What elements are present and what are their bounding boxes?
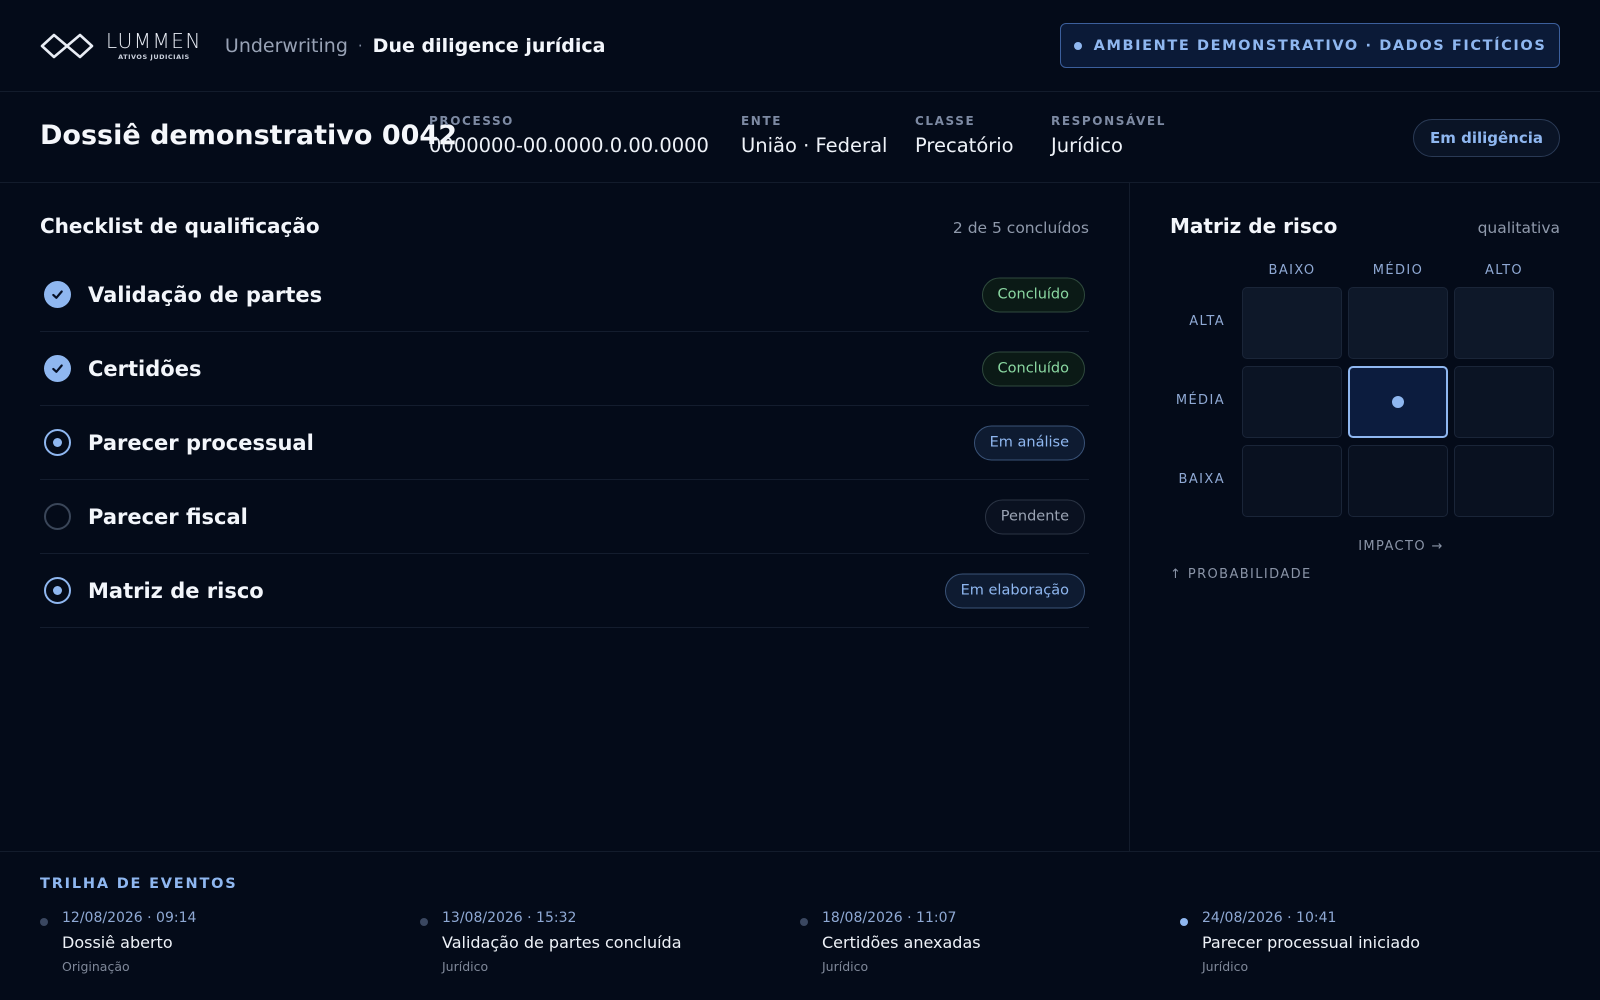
timeline-dot-icon xyxy=(800,918,808,926)
impact-axis-label: IMPACTO → xyxy=(1358,539,1444,554)
risk-matrix-panel: Matriz de risco qualitativa IMPACTO → ↑ … xyxy=(1170,183,1560,851)
breadcrumb-separator: · xyxy=(357,36,363,55)
event-title: Certidões anexadas xyxy=(822,933,981,952)
meta-value: Precatório xyxy=(915,134,1014,157)
risk-matrix-title: Matriz de risco xyxy=(1170,214,1338,238)
timeline-dot-icon xyxy=(1180,918,1188,926)
demo-environment-text: AMBIENTE DEMONSTRATIVO · DADOS FICTÍCIOS xyxy=(1093,37,1547,54)
brand-tagline: ATIVOS JUDICIAIS xyxy=(118,52,190,61)
risk-cell[interactable] xyxy=(1454,287,1554,359)
probability-row-label: BAIXA xyxy=(1178,472,1225,487)
event-owner: Originação xyxy=(62,959,130,974)
meta-processo: PROCESSO 0000000-00.0000.0.00.0000 xyxy=(429,114,709,157)
check-circle-icon xyxy=(44,355,71,382)
event-timestamp: 13/08/2026 · 15:32 xyxy=(442,910,577,926)
checklist-item[interactable]: Validação de partes Concluído xyxy=(40,258,1089,332)
risk-cell[interactable] xyxy=(1348,287,1448,359)
meta-label: RESPONSÁVEL xyxy=(1051,114,1166,128)
event-timestamp: 18/08/2026 · 11:07 xyxy=(822,910,957,926)
risk-matrix-subtitle: qualitativa xyxy=(1477,219,1560,237)
meta-label: CLASSE xyxy=(915,114,976,128)
risk-cell[interactable] xyxy=(1454,445,1554,517)
impact-column-label: ALTO xyxy=(1484,263,1524,278)
status-badge: Concluído xyxy=(981,351,1085,386)
trail-event[interactable]: 18/08/2026 · 11:07 Certidões anexadas Jurí… xyxy=(800,910,1160,974)
meta-ente: ENTE União · Federal xyxy=(741,114,887,157)
top-bar: LUMMEN ATIVOS JUDICIAIS Underwriting · D… xyxy=(0,0,1600,92)
probability-axis-label: ↑ PROBABILIDADE xyxy=(1170,567,1312,582)
timeline-dot-icon xyxy=(40,918,48,926)
event-owner: Jurídico xyxy=(822,959,869,974)
meta-label: PROCESSO xyxy=(429,114,514,128)
meta-responsavel: RESPONSÁVEL Jurídico xyxy=(1051,114,1166,157)
probability-row-label: MÉDIA xyxy=(1175,393,1225,408)
timeline-dot-icon xyxy=(420,918,428,926)
event-title: Parecer processual iniciado xyxy=(1202,933,1421,952)
risk-cell[interactable] xyxy=(1348,366,1448,438)
meta-classe: CLASSE Precatório xyxy=(915,114,1014,157)
trail-event[interactable]: 13/08/2026 · 15:32 Validação de partes co… xyxy=(420,910,780,974)
event-trail-title: TRILHA DE EVENTOS xyxy=(40,876,238,892)
checklist-item-label: Validação de partes xyxy=(88,282,323,307)
meta-label: ENTE xyxy=(741,114,783,128)
event-timestamp: 12/08/2026 · 09:14 xyxy=(62,910,197,926)
checklist-item[interactable]: Parecer processual Em análise xyxy=(40,406,1089,480)
brand-name: LUMMEN xyxy=(106,28,202,53)
checklist-item[interactable]: Matriz de risco Em elaboração xyxy=(40,554,1089,628)
risk-cell[interactable] xyxy=(1348,445,1448,517)
checklist-item-label: Parecer processual xyxy=(88,430,314,455)
status-badge: Em elaboração xyxy=(944,573,1085,608)
event-trail: TRILHA DE EVENTOS 12/08/2026 · 09:14 Doss… xyxy=(0,851,1600,1000)
checklist-items: Validação de partes Concluído Certidões Con… xyxy=(40,258,1089,628)
dossier-status-badge[interactable]: Em diligência xyxy=(1412,119,1560,157)
status-badge: Em análise xyxy=(973,425,1085,460)
event-timestamp: 24/08/2026 · 10:41 xyxy=(1202,910,1337,926)
page-title: Dossiê demonstrativo 0042 xyxy=(40,120,457,151)
impact-column-label: BAIXO xyxy=(1268,263,1316,278)
checklist-item-label: Matriz de risco xyxy=(88,578,264,603)
event-title: Dossiê aberto xyxy=(62,933,173,952)
meta-value: Jurídico xyxy=(1051,134,1123,157)
radio-active-icon xyxy=(44,577,71,604)
status-badge: Concluído xyxy=(981,277,1085,312)
event-owner: Jurídico xyxy=(442,959,489,974)
infinity-logo-icon xyxy=(40,33,94,58)
trail-event[interactable]: 12/08/2026 · 09:14 Dossiê aberto Originaçã… xyxy=(40,910,400,974)
event-title: Validação de partes concluída xyxy=(442,933,682,952)
checklist-progress-count: 2 de 5 concluídos xyxy=(952,219,1089,237)
status-badge: Pendente xyxy=(984,499,1085,534)
checklist-item[interactable]: Certidões Concluído xyxy=(40,332,1089,406)
risk-cell[interactable] xyxy=(1454,366,1554,438)
column-divider xyxy=(1129,183,1130,851)
brand-logo[interactable]: LUMMEN ATIVOS JUDICIAIS xyxy=(40,31,202,61)
trail-event[interactable]: 24/08/2026 · 10:41 Parecer processual ini… xyxy=(1180,910,1540,974)
demo-environment-banner: AMBIENTE DEMONSTRATIVO · DADOS FICTÍCIOS xyxy=(1060,23,1560,68)
meta-value: 0000000-00.0000.0.00.0000 xyxy=(429,134,709,157)
dossier-header: Dossiê demonstrativo 0042 PROCESSO 00000… xyxy=(0,92,1600,183)
risk-cell[interactable] xyxy=(1242,445,1342,517)
risk-cell[interactable] xyxy=(1242,287,1342,359)
checklist-item[interactable]: Parecer fiscal Pendente xyxy=(40,480,1089,554)
breadcrumb-current-page: Due diligence jurídica xyxy=(372,34,606,57)
status-dot-icon xyxy=(1073,41,1082,50)
risk-cell[interactable] xyxy=(1242,366,1342,438)
empty-circle-icon xyxy=(44,503,71,530)
impact-column-label: MÉDIO xyxy=(1372,263,1424,278)
event-owner: Jurídico xyxy=(1202,959,1249,974)
radio-active-icon xyxy=(44,429,71,456)
breadcrumb-section[interactable]: Underwriting xyxy=(225,35,348,57)
checklist-item-label: Parecer fiscal xyxy=(88,504,248,529)
probability-row-label: ALTA xyxy=(1189,314,1225,329)
risk-marker-dot-icon xyxy=(1392,396,1404,408)
check-circle-icon xyxy=(44,281,71,308)
breadcrumb: Underwriting · Due diligence jurídica xyxy=(225,35,606,57)
meta-value: União · Federal xyxy=(741,134,888,157)
checklist-item-label: Certidões xyxy=(88,356,202,381)
checklist-title: Checklist de qualificação xyxy=(40,214,320,238)
